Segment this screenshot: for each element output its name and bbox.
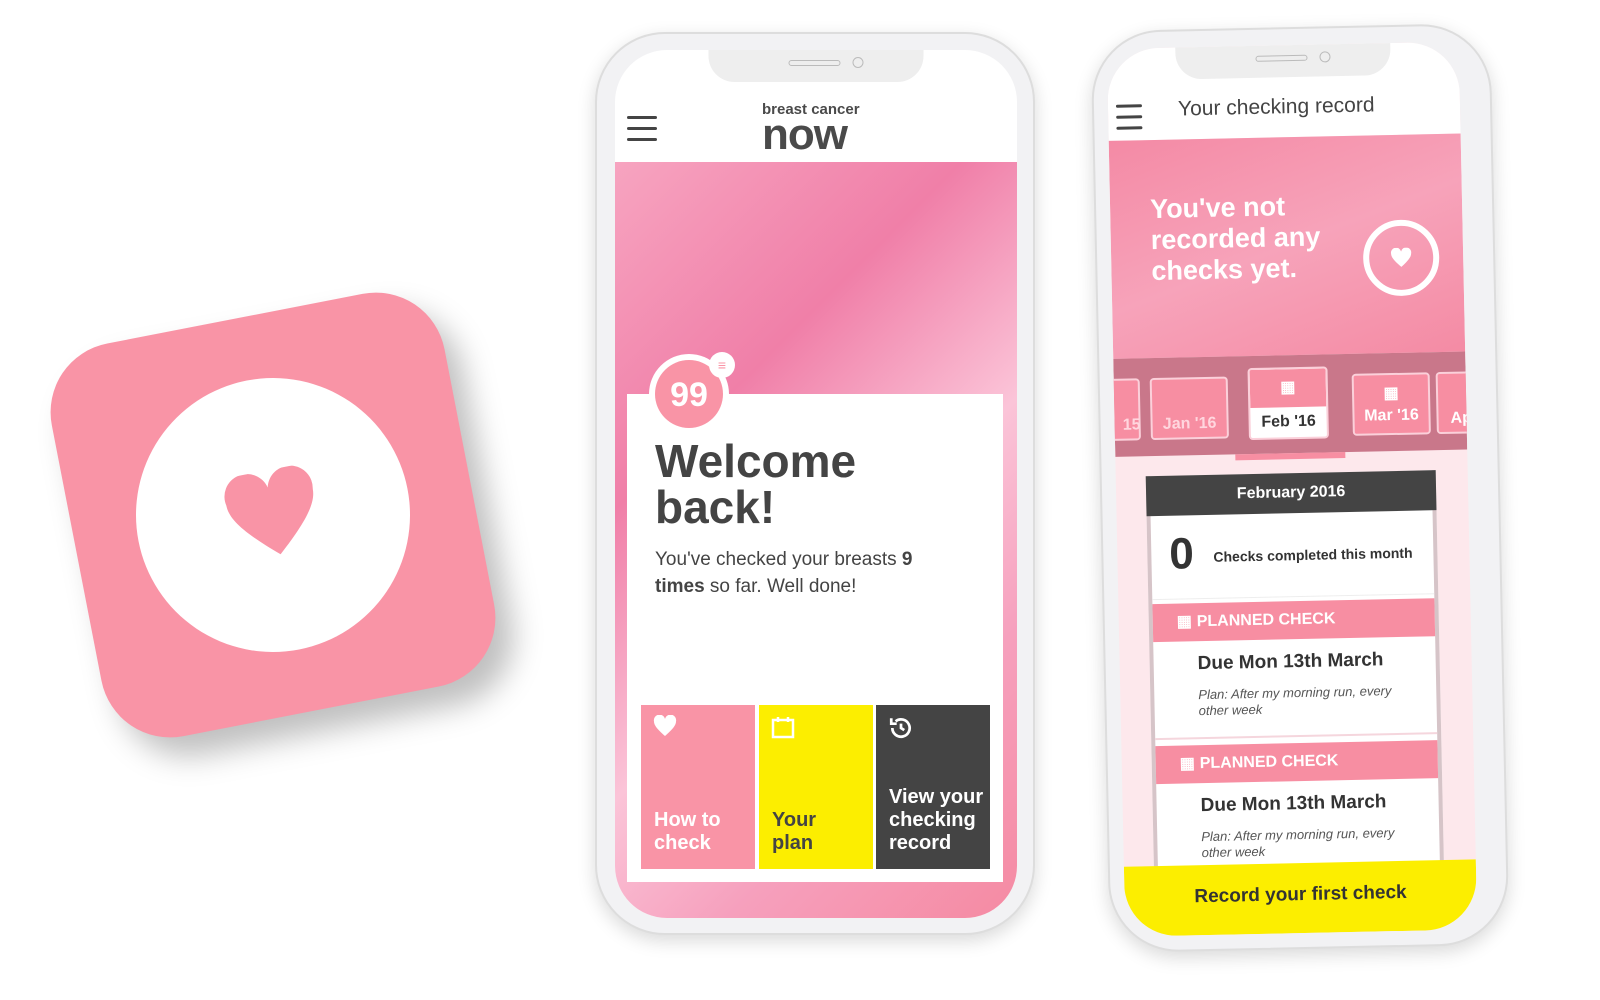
month-tab-selected[interactable]: ▦ Feb '16 <box>1247 366 1329 441</box>
menu-button[interactable] <box>627 116 657 149</box>
tile-how-to-check[interactable]: How to check <box>641 705 755 869</box>
phone-record: Your checking record You've not recorded… <box>1090 22 1510 954</box>
month-tab[interactable]: Jan '16 <box>1149 376 1229 441</box>
heart-circle-icon <box>1362 219 1440 297</box>
phone-home: breast cancer now Welcome back! You've c… <box>595 32 1035 935</box>
history-icon <box>889 718 911 739</box>
badge: 99 ≡ <box>649 352 735 434</box>
month-tab[interactable]: Ap <box>1435 370 1478 435</box>
month-tab[interactable]: ▦ Mar '16 <box>1351 372 1431 436</box>
welcome-card: Welcome back! You've checked your breast… <box>627 394 1003 882</box>
logo: breast cancer now <box>762 101 860 159</box>
checks-count: 0 <box>1168 529 1195 579</box>
app-icon-circle <box>112 354 434 676</box>
record-first-check-button[interactable]: Record your first check <box>1123 859 1478 937</box>
month-card: February 2016 0 Checks completed this mo… <box>1145 470 1445 897</box>
planned-check[interactable]: ▦ PLANNED CHECK Due Mon 13th March Plan: … <box>1152 598 1438 741</box>
list-icon: ≡ <box>709 352 735 378</box>
calendar-icon <box>771 717 795 739</box>
title: Welcome back! <box>655 435 857 533</box>
month-strip: 15 Jan '16 ▦ Feb '16 ▦ Mar '16 Ap <box>1106 351 1478 461</box>
message: You've checked your breasts 9 times so f… <box>655 549 913 597</box>
app-icon <box>38 280 508 750</box>
month-tab[interactable]: 15 <box>1106 378 1141 442</box>
heart-icon <box>224 465 314 555</box>
tile-your-plan[interactable]: Your plan <box>759 705 873 869</box>
screen-title: Your checking record <box>1177 93 1375 121</box>
banner: You've not recorded any checks yet. <box>1108 133 1466 359</box>
heart-icon <box>653 714 677 736</box>
menu-button[interactable] <box>1115 104 1143 138</box>
tile-view-record[interactable]: View your checking record <box>876 705 990 869</box>
